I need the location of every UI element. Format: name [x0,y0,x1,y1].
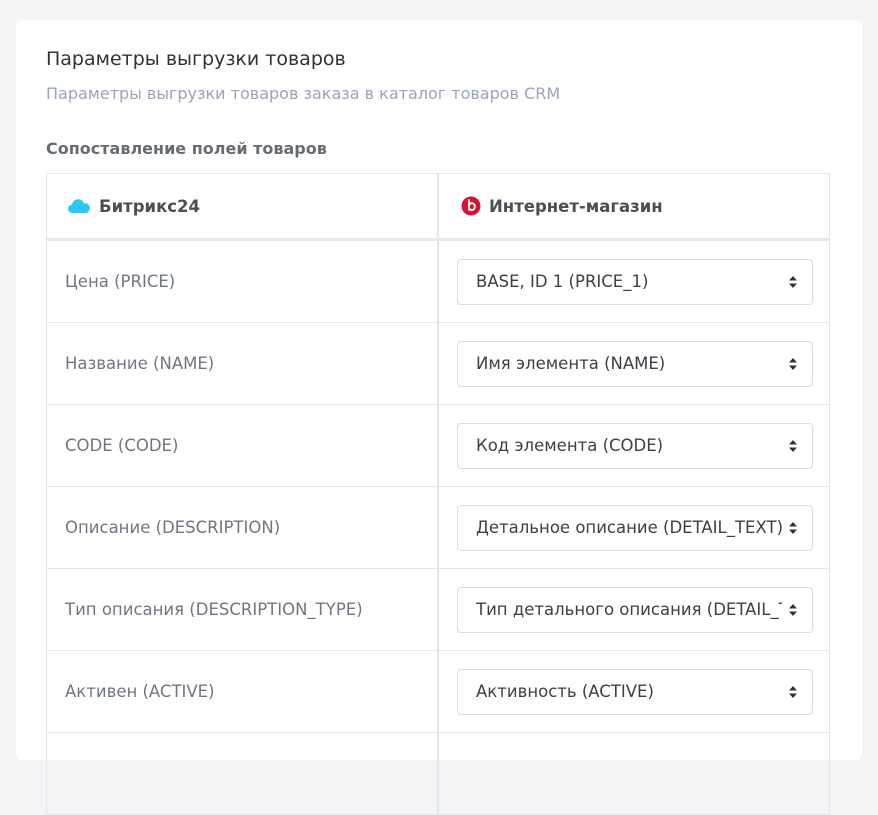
field-label-empty [47,733,439,814]
field-label: Тип описания (DESCRIPTION_TYPE) [47,569,439,650]
mapping-cell: Имя элемента (NAME) [439,323,829,404]
select-value: Детальное описание (DETAIL_TEXT) [476,518,782,537]
mapping-cell: Тип детального описания (DETAIL_TEXT_TYP… [439,569,829,650]
mapping-cell: Детальное описание (DETAIL_TEXT) [439,487,829,568]
select-value: Тип детального описания (DETAIL_TEXT_TYP… [476,600,782,619]
table-row: Активен (ACTIVE) Активность (ACTIVE) [47,651,829,733]
field-label: Описание (DESCRIPTION) [47,487,439,568]
field-label: Активен (ACTIVE) [47,651,439,732]
mapping-cell: Активность (ACTIVE) [439,651,829,732]
select-value: Код элемента (CODE) [476,436,664,455]
table-row: Тип описания (DESCRIPTION_TYPE) Тип дета… [47,569,829,651]
sort-arrows-icon [788,685,798,699]
select-value: Активность (ACTIVE) [476,682,654,701]
mapping-cell: Код элемента (CODE) [439,405,829,486]
page-subtitle: Параметры выгрузки товаров заказа в ката… [46,84,561,103]
field-mapping-select[interactable]: Код элемента (CODE) [457,422,813,469]
table-row: CODE (CODE) Код элемента (CODE) [47,405,829,487]
field-label: Цена (PRICE) [47,241,439,322]
field-label: Название (NAME) [47,323,439,404]
table-row: Цена (PRICE) BASE, ID 1 (PRICE_1) [47,241,829,323]
field-mapping-select[interactable]: Тип детального описания (DETAIL_TEXT_TYP… [457,586,813,633]
cloud-icon [67,198,91,214]
column-header-shop: Интернет-магазин [439,174,829,238]
table-header-row: Битрикс24 Интернет-магазин [47,174,829,241]
column-header-bitrix24: Битрикс24 [47,174,439,238]
sort-arrows-icon [788,357,798,371]
field-mapping-select[interactable]: BASE, ID 1 (PRICE_1) [457,258,813,305]
sort-arrows-icon [788,603,798,617]
column-header-label: Битрикс24 [99,196,201,216]
select-value: Имя элемента (NAME) [476,354,666,373]
shop-logo-icon [461,196,481,216]
table-row: Название (NAME) Имя элемента (NAME) [47,323,829,405]
sort-arrows-icon [788,521,798,535]
table-row-partial [47,733,829,815]
select-value: BASE, ID 1 (PRICE_1) [476,272,649,291]
sort-arrows-icon [788,275,798,289]
column-header-label: Интернет-магазин [489,196,663,216]
mapping-cell: BASE, ID 1 (PRICE_1) [439,241,829,322]
settings-card: Параметры выгрузки товаров Параметры выг… [16,20,862,815]
mapping-cell-empty [439,733,829,814]
field-mapping-select[interactable]: Имя элемента (NAME) [457,340,813,387]
page-title: Параметры выгрузки товаров [46,48,346,70]
field-mapping-select[interactable]: Активность (ACTIVE) [457,668,813,715]
field-label: CODE (CODE) [47,405,439,486]
sort-arrows-icon [788,439,798,453]
field-mapping-table: Битрикс24 Интернет-магазин Цена (PRICE) … [46,173,830,815]
table-row: Описание (DESCRIPTION) Детальное описани… [47,487,829,569]
section-title: Сопоставление полей товаров [46,139,327,158]
field-mapping-select[interactable]: Детальное описание (DETAIL_TEXT) [457,504,813,551]
